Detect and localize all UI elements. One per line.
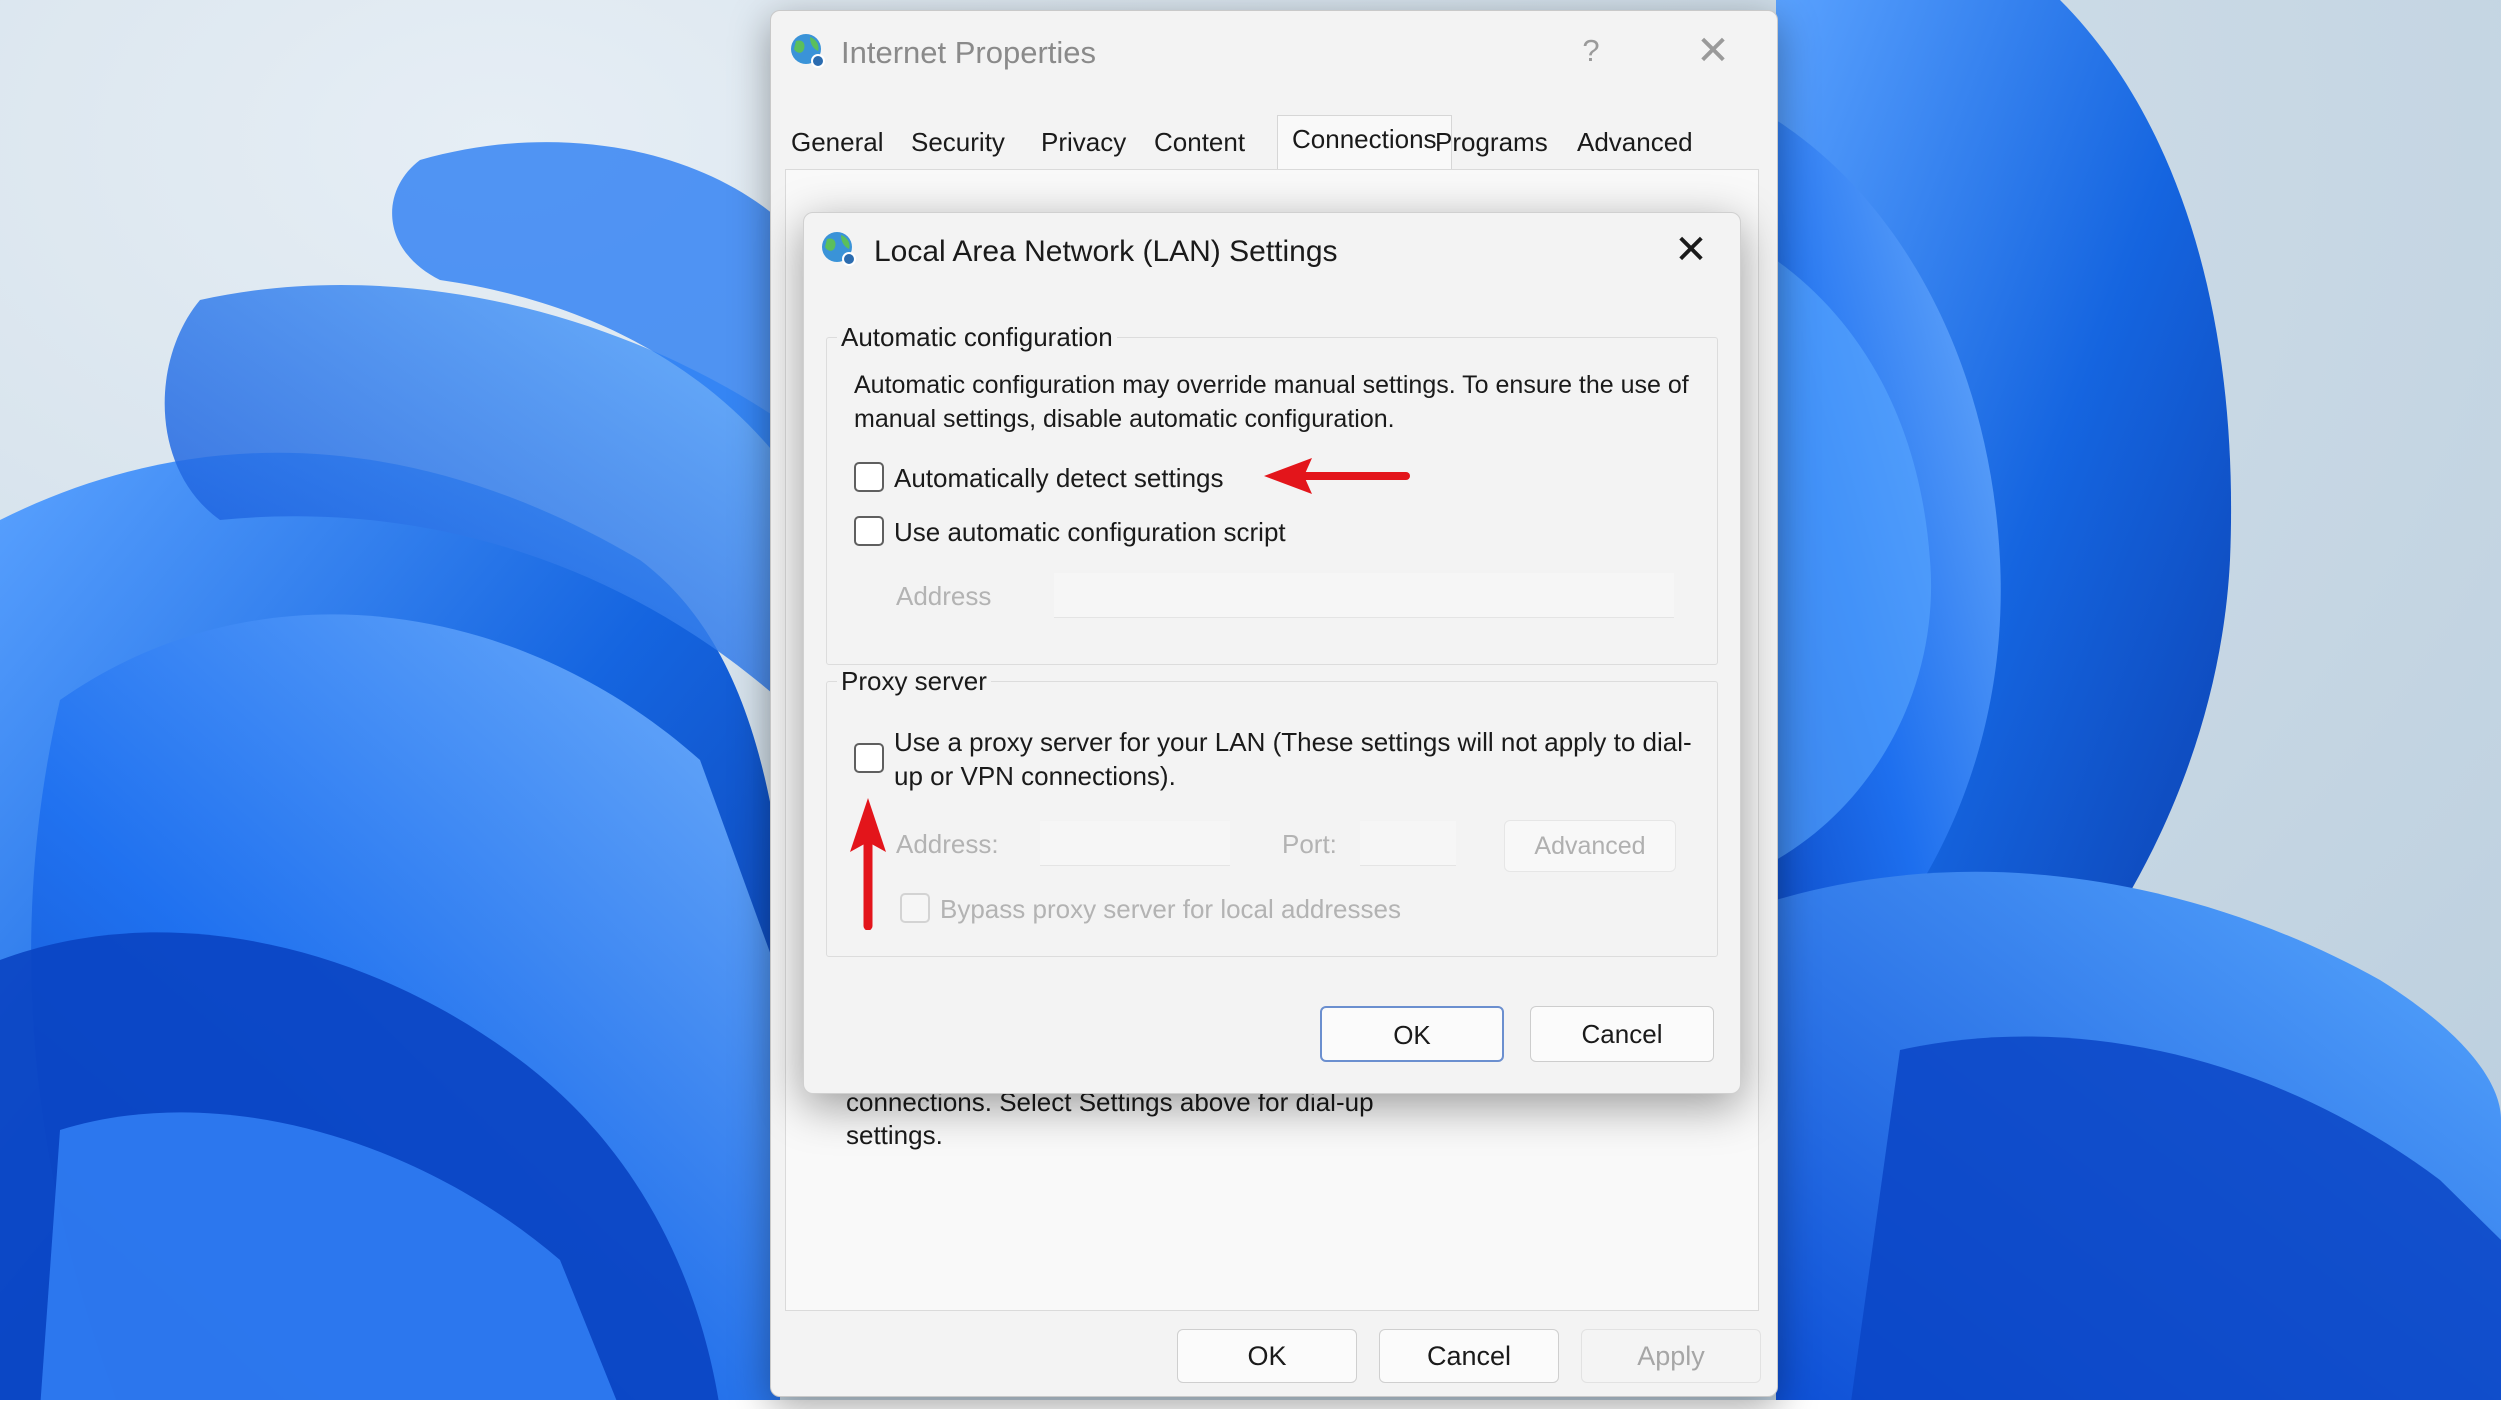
tab-advanced[interactable]: Advanced [1577, 127, 1693, 158]
globe-icon [791, 34, 825, 68]
annotation-arrow [1264, 458, 1410, 494]
proxy-address-input[interactable] [1040, 821, 1230, 866]
tab-content[interactable]: Content [1154, 127, 1245, 158]
cancel-button[interactable]: Cancel [1379, 1329, 1559, 1383]
annotation-arrow [850, 798, 886, 930]
bypass-local-checkbox[interactable] [900, 893, 930, 923]
use-proxy-checkbox[interactable] [854, 743, 884, 773]
connections-help-text: connections. Select Settings above for d… [846, 1087, 1374, 1150]
dialog-title: Local Area Network (LAN) Settings [874, 235, 1338, 268]
tab-connections[interactable]: Connections [1277, 115, 1452, 171]
script-address-label: Address [896, 581, 992, 611]
ok-button[interactable]: OK [1320, 1006, 1504, 1062]
tab-programs[interactable]: Programs [1435, 127, 1548, 158]
close-icon[interactable]: ✕ [1688, 31, 1738, 71]
auto-script-checkbox[interactable] [854, 516, 884, 546]
bottom-edge [0, 1400, 2501, 1409]
script-address-input[interactable] [1054, 573, 1674, 618]
apply-button[interactable]: Apply [1581, 1329, 1761, 1383]
close-icon[interactable]: ✕ [1666, 227, 1716, 273]
tab-general[interactable]: General [791, 127, 884, 158]
tab-privacy[interactable]: Privacy [1041, 127, 1126, 158]
proxy-port-input[interactable] [1360, 821, 1456, 866]
ok-button[interactable]: OK [1177, 1329, 1357, 1383]
group-legend: Proxy server [837, 666, 991, 697]
advanced-button[interactable]: Advanced [1504, 820, 1676, 872]
cancel-button[interactable]: Cancel [1530, 1006, 1714, 1062]
tab-security[interactable]: Security [911, 127, 1005, 158]
use-proxy-label: Use a proxy server for your LAN (These s… [894, 727, 1692, 791]
bypass-local-label: Bypass proxy server for local addresses [940, 894, 1401, 924]
help-icon[interactable]: ? [1571, 31, 1611, 71]
automatic-configuration-description: Automatic configuration may override man… [854, 371, 1689, 433]
proxy-port-label: Port: [1282, 829, 1337, 859]
auto-script-label: Use automatic configuration script [894, 517, 1286, 547]
globe-icon [822, 232, 856, 266]
auto-detect-checkbox[interactable] [854, 462, 884, 492]
tab-bar: General Security Privacy Content Connect… [791, 111, 1751, 171]
group-legend: Automatic configuration [837, 322, 1117, 353]
window-title: Internet Properties [841, 35, 1097, 70]
auto-detect-label: Automatically detect settings [894, 463, 1224, 493]
proxy-address-label: Address: [896, 829, 999, 859]
lan-settings-dialog: Local Area Network (LAN) Settings ✕ Auto… [803, 212, 1741, 1094]
